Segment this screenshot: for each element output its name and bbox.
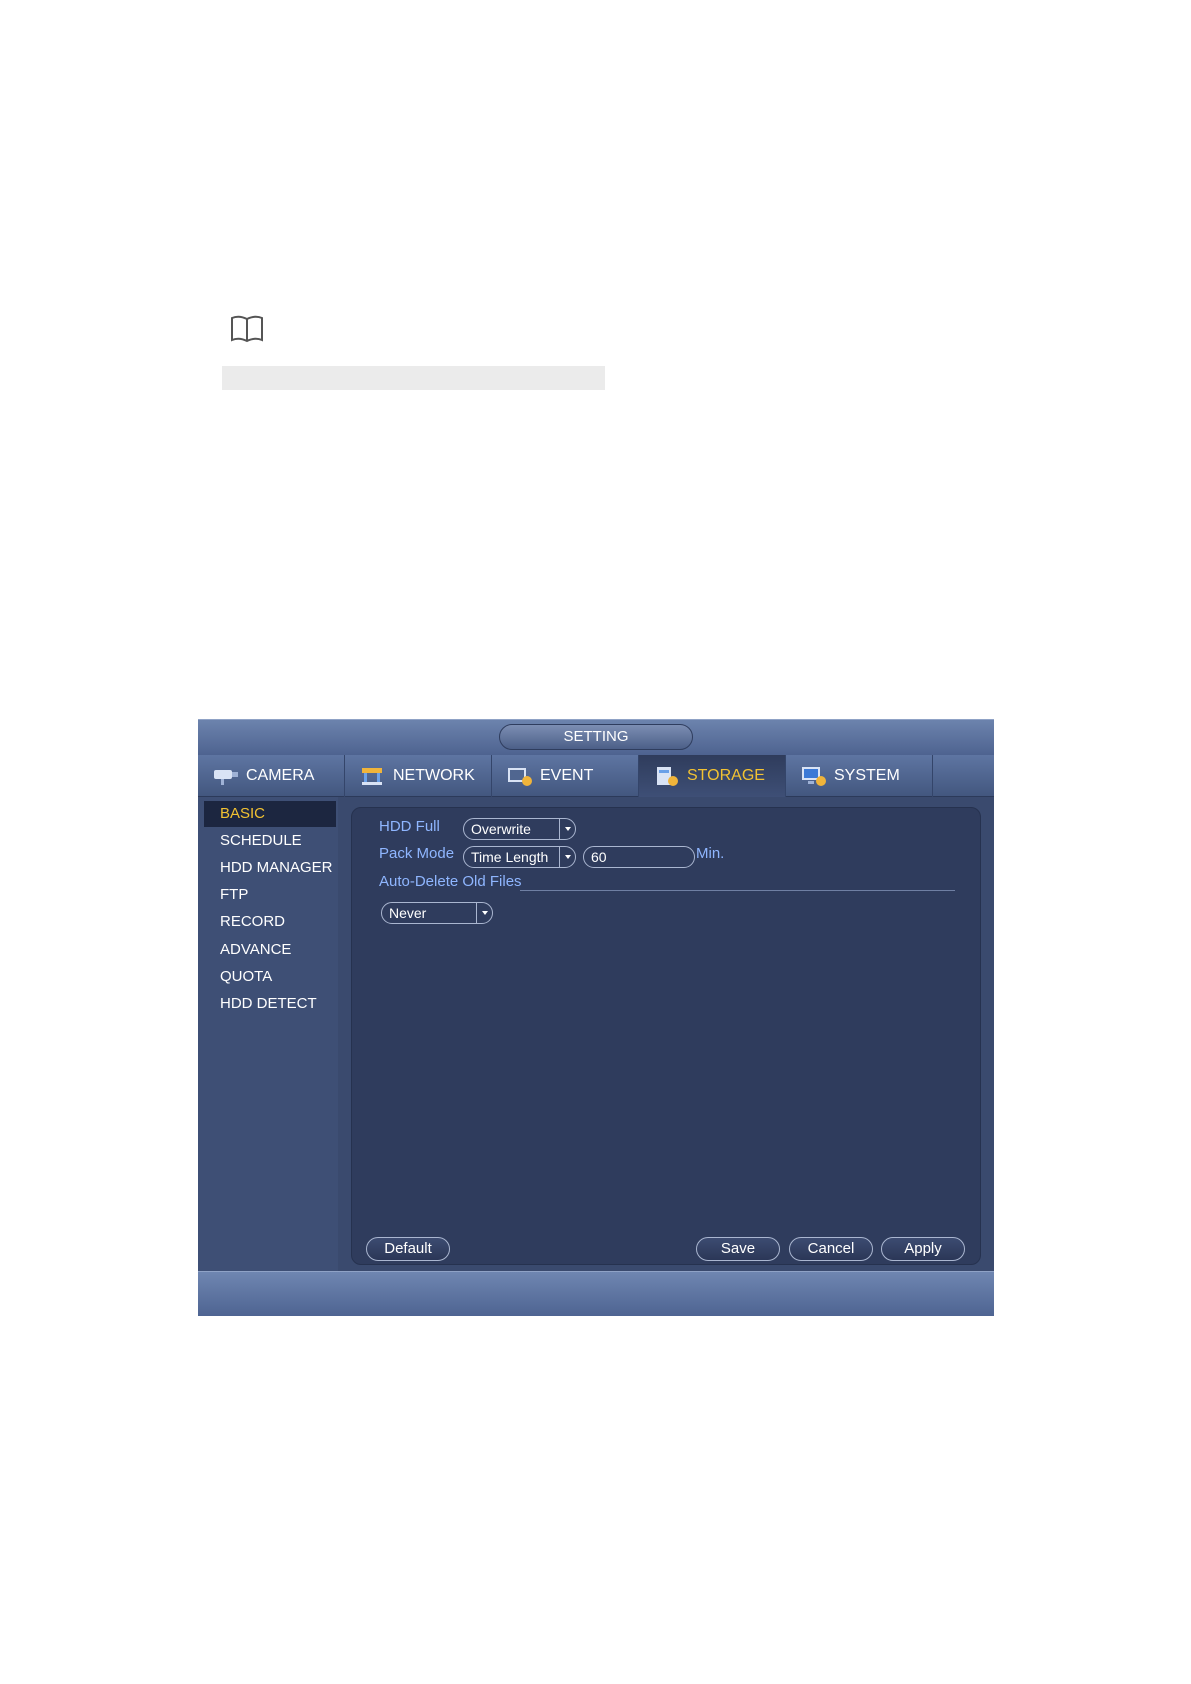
- setting-window: SETTING CAMERA NETWORK EVENT STORAGE SYS…: [198, 719, 994, 1316]
- tab-network[interactable]: NETWORK: [345, 755, 492, 797]
- sidebar-item-ftp[interactable]: FTP: [204, 882, 336, 908]
- chevron-down-icon[interactable]: [476, 903, 492, 923]
- chevron-down-icon[interactable]: [559, 847, 575, 867]
- basic-settings-panel: HDD Full Overwrite Pack Mode Time Length…: [351, 807, 981, 1265]
- sidebar: BASIC SCHEDULE HDD MANAGER FTP RECORD AD…: [198, 797, 338, 1271]
- chevron-down-icon[interactable]: [559, 819, 575, 839]
- book-icon: [231, 315, 263, 343]
- cancel-button[interactable]: Cancel: [789, 1237, 873, 1261]
- title-bar: SETTING: [198, 719, 994, 755]
- sidebar-item-hdd-detect[interactable]: HDD DETECT: [204, 991, 336, 1017]
- pack-length-input[interactable]: 60: [583, 846, 695, 868]
- pack-mode-value: Time Length: [471, 849, 549, 865]
- auto-delete-label: Auto-Delete Old Files: [379, 873, 522, 890]
- tab-storage[interactable]: STORAGE: [639, 755, 786, 797]
- status-bar: [198, 1271, 994, 1316]
- tab-label: NETWORK: [393, 767, 475, 784]
- tab-label: SYSTEM: [834, 767, 900, 784]
- tab-camera[interactable]: CAMERA: [198, 755, 345, 797]
- tab-bar: CAMERA NETWORK EVENT STORAGE SYSTEM: [198, 755, 994, 797]
- sidebar-item-schedule[interactable]: SCHEDULE: [204, 828, 336, 854]
- tab-event[interactable]: EVENT: [492, 755, 639, 797]
- sidebar-item-record[interactable]: RECORD: [204, 909, 336, 935]
- camera-icon: [214, 770, 238, 785]
- section-divider: [520, 890, 955, 891]
- sidebar-item-advance[interactable]: ADVANCE: [204, 937, 336, 963]
- default-button[interactable]: Default: [366, 1237, 450, 1261]
- storage-icon: [657, 767, 678, 786]
- hdd-full-value: Overwrite: [471, 821, 531, 837]
- pack-mode-label: Pack Mode: [379, 845, 455, 862]
- tab-label: STORAGE: [687, 767, 765, 784]
- save-button[interactable]: Save: [696, 1237, 780, 1261]
- window-title: SETTING: [499, 724, 693, 750]
- sidebar-item-basic[interactable]: BASIC: [204, 801, 336, 827]
- sidebar-item-quota[interactable]: QUOTA: [204, 964, 336, 990]
- event-icon: [508, 768, 532, 786]
- auto-delete-value: Never: [389, 905, 427, 921]
- hdd-full-label: HDD Full: [379, 818, 440, 835]
- system-icon: [802, 767, 826, 786]
- note-bar: [222, 366, 605, 390]
- network-icon: [362, 768, 382, 785]
- tab-label: CAMERA: [246, 767, 315, 784]
- pack-length-unit: Min.: [696, 845, 725, 862]
- hdd-full-select[interactable]: Overwrite: [463, 818, 576, 840]
- auto-delete-select[interactable]: Never: [381, 902, 493, 924]
- sidebar-item-hdd-manager[interactable]: HDD MANAGER: [204, 855, 336, 881]
- tab-label: EVENT: [540, 767, 594, 784]
- tab-system[interactable]: SYSTEM: [786, 755, 933, 797]
- apply-button[interactable]: Apply: [881, 1237, 965, 1261]
- pack-mode-select[interactable]: Time Length: [463, 846, 576, 868]
